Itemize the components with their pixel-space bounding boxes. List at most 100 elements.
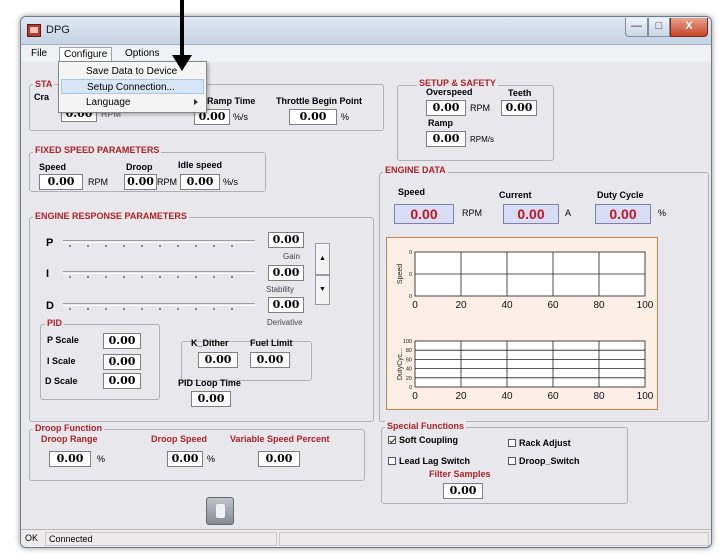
title-bar: DPG — □ X (21, 17, 711, 45)
y-tick-label: 100 (403, 339, 412, 345)
ramp-time-unit: %/s (233, 112, 249, 122)
current-unit: A (565, 208, 572, 218)
d-scale-label: D Scale (45, 376, 78, 386)
p-scale-field[interactable]: 0.00 (103, 333, 141, 349)
menu-bar: File Configure Options (21, 45, 711, 62)
x-tick-label: 40 (501, 391, 513, 402)
slider-tick (69, 276, 71, 278)
status-panel-empty (279, 532, 709, 546)
special-functions-title: Special Functions (385, 421, 467, 431)
filter-samples-label: Filter Samples (429, 469, 491, 479)
spin-down-button[interactable]: ▼ (315, 275, 330, 305)
slider-tick (105, 276, 107, 278)
menu-item-setup-connection[interactable]: Setup Connection... (61, 79, 204, 94)
lead-lag-label: Lead Lag Switch (399, 456, 471, 466)
teeth-field[interactable]: 0.00 (501, 100, 537, 116)
variable-speed-field[interactable]: 0.00 (258, 451, 300, 467)
slider-tick (69, 308, 71, 310)
slider-tick (105, 245, 107, 247)
slider-tick (141, 276, 143, 278)
droop-switch-checkbox[interactable]: Droop_Switch (508, 456, 580, 466)
menu-file[interactable]: File (27, 47, 51, 62)
engine-speed-label: Speed (398, 187, 426, 197)
pid-loop-time-field[interactable]: 0.00 (191, 391, 231, 407)
fixed-speed-field[interactable]: 0.00 (39, 174, 83, 190)
slider-tick (123, 308, 125, 310)
k-dither-field[interactable]: 0.00 (198, 352, 238, 368)
droop-switch-box-icon (508, 457, 516, 465)
close-button[interactable]: X (670, 18, 708, 37)
maximize-button[interactable]: □ (648, 18, 670, 37)
engine-charts-svg: 0 20 40 60 80 100000Speed 0 20 40 60 80 1001008060… (397, 250, 654, 402)
i-scale-label: I Scale (47, 356, 76, 366)
slider-tick (123, 245, 125, 247)
menu-item-language-label: Language (86, 97, 131, 108)
gain-field[interactable]: 0.00 (268, 232, 304, 248)
y-tick-label: 0 (409, 385, 412, 391)
droop-label: Droop (126, 162, 153, 172)
p-label: P (46, 237, 54, 249)
engine-speed-value: 0.00 (394, 204, 454, 224)
throttle-begin-field[interactable]: 0.00 (289, 109, 337, 125)
droop-range-unit: % (97, 454, 106, 464)
filter-samples-field[interactable]: 0.00 (443, 483, 483, 499)
p-slider[interactable] (63, 240, 255, 243)
slider-tick (231, 276, 233, 278)
overspeed-label: Overspeed (426, 87, 473, 97)
spin-up-button[interactable]: ▲ (315, 243, 330, 275)
current-label: Current (499, 190, 532, 200)
stability-field[interactable]: 0.00 (268, 265, 304, 281)
x-tick-label: 20 (455, 391, 467, 402)
ramp-unit: RPM/s (470, 135, 494, 144)
ramp-field[interactable]: 0.00 (426, 131, 466, 147)
slider-tick (69, 245, 71, 247)
slider-tick (177, 308, 179, 310)
derivative-field[interactable]: 0.00 (268, 297, 304, 313)
x-tick-label: 80 (593, 300, 605, 311)
droop-function-title: Droop Function (33, 423, 104, 433)
x-tick-label: 100 (637, 300, 654, 311)
menu-options[interactable]: Options (121, 47, 163, 62)
droop-speed-label: Droop Speed (151, 434, 208, 444)
rack-adjust-checkbox[interactable]: Rack Adjust (508, 438, 571, 448)
slider-tick (195, 276, 197, 278)
y-tick-label: 0 (409, 272, 412, 278)
i-scale-field[interactable]: 0.00 (103, 354, 141, 370)
annotation-arrow-head (172, 55, 192, 71)
soft-coupling-label: Soft Coupling (399, 435, 458, 445)
droop-field[interactable]: 0.00 (124, 174, 157, 190)
fuel-limit-field[interactable]: 0.00 (250, 352, 290, 368)
menu-item-language[interactable]: Language (61, 95, 204, 110)
throttle-begin-label: Throttle Begin Point (276, 96, 362, 106)
minimize-button[interactable]: — (625, 18, 648, 37)
droop-speed-field[interactable]: 0.00 (167, 451, 203, 467)
submenu-arrow-icon (194, 99, 198, 105)
d-scale-field[interactable]: 0.00 (103, 373, 141, 389)
i-slider[interactable] (63, 271, 255, 274)
slider-tick (195, 308, 197, 310)
soft-coupling-checkbox[interactable]: Soft Coupling (388, 435, 458, 445)
slider-tick (87, 276, 89, 278)
d-label: D (46, 300, 54, 312)
idle-speed-unit: %/s (223, 177, 239, 187)
idle-speed-field[interactable]: 0.00 (180, 174, 220, 190)
overspeed-unit: RPM (470, 103, 490, 113)
y-tick-label: 20 (406, 376, 412, 382)
x-tick-label: 100 (637, 391, 654, 402)
droop-range-field[interactable]: 0.00 (49, 451, 91, 467)
slider-tick (231, 245, 233, 247)
p-scale-label: P Scale (47, 335, 79, 345)
d-slider[interactable] (63, 303, 255, 306)
crank-label: Cra (34, 92, 50, 102)
idle-speed-label: Idle speed (178, 160, 223, 170)
overspeed-field[interactable]: 0.00 (426, 100, 466, 116)
y-tick-label: 0 (409, 250, 412, 256)
pid-title: PID (45, 318, 65, 328)
slider-tick (159, 245, 161, 247)
fuel-limit-label: Fuel Limit (250, 338, 293, 348)
lead-lag-checkbox[interactable]: Lead Lag Switch (388, 456, 470, 466)
slider-tick (177, 276, 179, 278)
menu-configure[interactable]: Configure (59, 47, 113, 62)
device-icon[interactable] (206, 497, 234, 525)
soft-coupling-check-icon (388, 436, 396, 444)
